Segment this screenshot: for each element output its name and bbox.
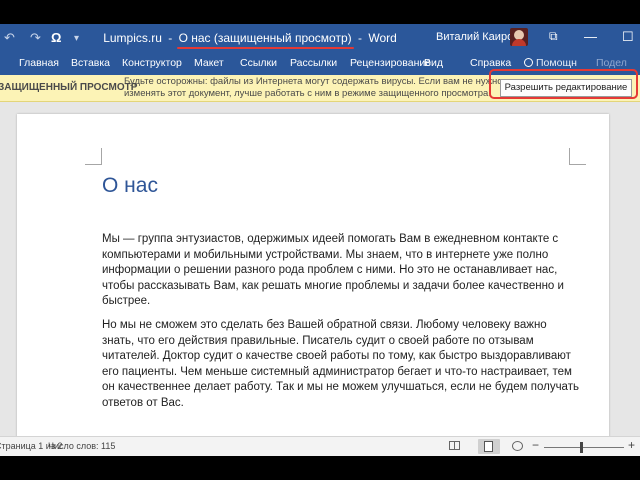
tab-review[interactable]: Рецензирование	[350, 57, 431, 69]
zoom-out-button[interactable]: −	[532, 438, 539, 452]
tab-view[interactable]: Вид	[424, 57, 443, 69]
document-page[interactable]: О нас Мы — группа энтузиастов, одержимых…	[17, 114, 609, 444]
web-layout-icon	[512, 441, 523, 451]
print-layout-button[interactable]	[478, 439, 500, 454]
enable-editing-button[interactable]: Разрешить редактирование	[500, 79, 632, 97]
word-count[interactable]: Число слов: 115	[48, 441, 115, 451]
word-window: ↶ ↷ Ω ▾ Lumpics.ru - О нас (защищенный п…	[0, 24, 640, 456]
zoom-slider-thumb[interactable]	[580, 442, 583, 453]
title-bar: ↶ ↷ Ω ▾ Lumpics.ru - О нас (защищенный п…	[0, 24, 640, 53]
protected-view-message: Будьте осторожны: файлы из Интернета мог…	[124, 76, 503, 100]
tab-help[interactable]: Справка	[470, 57, 511, 69]
protected-view-message-line2: изменять этот документ, лучше работать с…	[124, 88, 491, 99]
zoom-in-button[interactable]: +	[628, 438, 635, 452]
document-canvas[interactable]: О нас Мы — группа энтузиастов, одержимых…	[0, 102, 640, 444]
page-corner-mark	[569, 148, 586, 165]
protected-view-message-line1: Будьте осторожны: файлы из Интернета мог…	[124, 76, 503, 87]
read-mode-button[interactable]	[449, 441, 461, 452]
avatar[interactable]	[510, 28, 528, 46]
window-title: Lumpics.ru - О нас (защищенный просмотр)…	[0, 31, 500, 45]
tab-insert[interactable]: Вставка	[71, 57, 110, 69]
document-paragraph-2: Но мы не сможем это сделать без Вашей об…	[102, 319, 579, 409]
title-site: Lumpics.ru	[103, 31, 162, 45]
document-heading: О нас	[102, 174, 158, 197]
page-corner-mark	[85, 148, 102, 165]
tab-design[interactable]: Конструктор	[122, 57, 182, 69]
maximize-button[interactable]: ☐	[622, 29, 634, 45]
tell-me-label: Помощн	[536, 57, 577, 69]
title-document-name: О нас (защищенный просмотр)	[178, 31, 352, 45]
lightbulb-icon	[524, 58, 533, 67]
web-layout-button[interactable]	[512, 441, 524, 452]
print-layout-icon	[484, 441, 493, 452]
read-mode-icon	[449, 441, 460, 450]
tab-mailings[interactable]: Рассылки	[290, 57, 337, 69]
title-separator: -	[357, 31, 362, 45]
title-app: Word	[368, 31, 397, 45]
status-bar: Страница 1 из 2 Число слов: 115 − +	[0, 436, 640, 456]
share-button[interactable]: Подел	[596, 57, 627, 69]
protected-view-label: ЗАЩИЩЕННЫЙ ПРОСМОТР	[0, 82, 138, 93]
document-paragraph-1: Мы — группа энтузиастов, одержимых идеей…	[102, 233, 564, 307]
tell-me-search[interactable]: Помощн	[524, 57, 577, 69]
title-separator: -	[168, 31, 173, 45]
tab-home[interactable]: Главная	[19, 57, 59, 69]
tab-references[interactable]: Ссылки	[240, 57, 277, 69]
user-name[interactable]: Виталий Каиров	[436, 31, 519, 43]
ribbon-display-options-icon[interactable]: ⧉	[549, 29, 558, 44]
zoom-slider[interactable]	[544, 447, 624, 448]
minimize-button[interactable]: —	[584, 29, 597, 44]
tab-layout[interactable]: Макет	[194, 57, 224, 69]
